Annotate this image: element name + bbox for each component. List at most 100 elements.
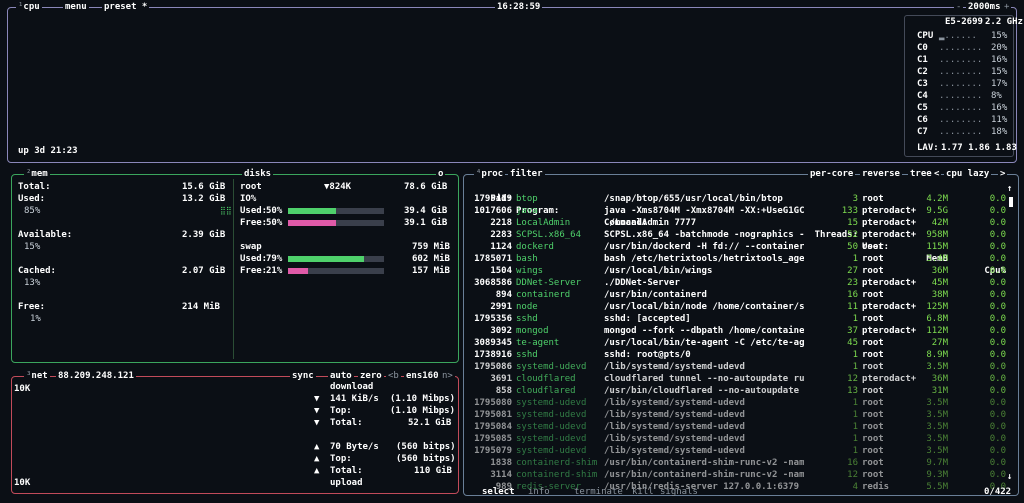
cell-threads: 27 <box>847 266 858 276</box>
table-row[interactable]: 3068586 DDNet-Server ./DDNet-Server 23 ptero… <box>470 277 1012 289</box>
download-rate-icon: ▼ <box>314 394 320 404</box>
cell-program: bash <box>516 254 538 264</box>
cell-program: btop <box>516 194 538 204</box>
cell-mem: 8.9M <box>926 350 948 360</box>
mem-available-percent: 15% <box>24 242 41 252</box>
signals-button[interactable]: signals <box>660 486 698 498</box>
cell-cpu: 0.0 <box>989 374 1006 384</box>
upload-rate-bits: (560 bitps) <box>396 442 456 452</box>
table-row[interactable]: 3089345 te-agent/usr/local/bin/te-agent -… <box>470 337 1012 349</box>
table-row[interactable]: 1785071 bash bash /etc/hetrixtools/hetrixt… <box>470 253 1012 265</box>
table-row[interactable]: 858 cloudflared/usr/bin/cloudflared --no-… <box>470 385 1012 397</box>
update-interval: 2000ms <box>966 1 1003 13</box>
cell-cpu: 0.0 <box>989 470 1006 480</box>
cell-cpu: 0.0 <box>989 362 1006 372</box>
sort-prev-button[interactable]: < <box>932 168 942 180</box>
reverse-toggle[interactable]: reverse <box>860 168 902 180</box>
table-row[interactable]: 1795079 systemd-udevd/lib/systemd/systemd… <box>470 445 1012 457</box>
mem-toggle[interactable]: ²mem <box>24 168 50 180</box>
disk-swap-free-bar <box>288 265 386 277</box>
proc-toggle[interactable]: ⁴proc <box>474 168 506 180</box>
net-toggle[interactable]: ³net <box>24 370 50 382</box>
cell-program: te-agent <box>516 338 560 348</box>
cpu-frequency: 2.2 GHz <box>985 17 1023 27</box>
disk-swap-free: 157 MiB <box>412 266 450 276</box>
io-toggle[interactable]: o <box>436 168 446 180</box>
cell-user: root <box>862 446 884 456</box>
interval-increase-button[interactable]: + <box>1002 1 1012 13</box>
disk-root-free: 39.1 GiB <box>404 218 448 228</box>
cell-user: pterodact+ <box>862 326 917 336</box>
core-graph: ........ <box>939 79 983 89</box>
mem-available-label: Available: <box>18 230 73 240</box>
cell-threads: 11 <box>847 302 858 312</box>
cpu-toggle[interactable]: ¹cpu <box>16 1 42 13</box>
table-row[interactable]: 1017606 java java -Xms8704M -Xmx8704M -XX:… <box>470 205 1012 217</box>
cell-cpu: 0.0 <box>989 434 1006 444</box>
cell-command: sshd: root@pts/0 <box>604 350 691 360</box>
cell-cpu: 0.0 <box>989 242 1006 252</box>
cell-user: root <box>862 350 884 360</box>
table-row[interactable]: 1838 containerd-shim/usr/bin/containerd-s… <box>470 457 1012 469</box>
cell-cpu: 0.0 <box>989 290 1006 300</box>
table-row[interactable]: 1795081 systemd-udevd/lib/systemd/systemd… <box>470 409 1012 421</box>
table-row[interactable]: 2218 LocalAdmin ./LocalAdmin 7777 15 pteroda… <box>470 217 1012 229</box>
table-row[interactable]: 3092 mongod mongod --fork --dbpath /home/c… <box>470 325 1012 337</box>
table-row[interactable]: 1795085 systemd-udevd/lib/systemd/systemd… <box>470 433 1012 445</box>
core-label: CPU <box>917 31 934 41</box>
table-row[interactable]: 1795084 systemd-udevd/lib/systemd/systemd… <box>470 421 1012 433</box>
table-row[interactable]: 1795356 sshd sshd: [accepted] 1 root 6.8M 0.0 <box>470 313 1012 325</box>
table-row[interactable]: 1738916 sshd sshd: root@pts/0 1 root 8.9M 0.0 <box>470 349 1012 361</box>
table-row[interactable]: 3691 cloudflared cloudflared tunnel --no-a… <box>470 373 1012 385</box>
core-value: 16% <box>991 55 1008 65</box>
cell-mem: 6.8M <box>926 314 948 324</box>
cell-user: root <box>862 290 884 300</box>
per-core-toggle[interactable]: per-core <box>808 168 856 180</box>
cell-cpu: 0.0 <box>989 410 1006 420</box>
scroll-thumb[interactable] <box>1009 197 1013 207</box>
select-button[interactable]: select <box>482 486 515 498</box>
info-button[interactable]: info <box>528 486 550 498</box>
table-row[interactable]: 1795086 systemd-udevd/lib/systemd/systemd… <box>470 361 1012 373</box>
sort-field: cpu lazy <box>944 168 992 180</box>
tree-toggle[interactable]: tree <box>908 168 934 180</box>
interval-decrease-button[interactable]: - <box>954 1 964 13</box>
proc-scrollbar[interactable]: ↑ ↓ <box>1007 183 1014 483</box>
cell-command: ./DDNet-Server <box>604 278 680 288</box>
scroll-down-icon[interactable]: ↓ <box>1007 471 1012 483</box>
cell-cpu: 0.0 <box>989 302 1006 312</box>
cell-program: sshd <box>516 350 538 360</box>
cell-command: ./LocalAdmin 7777 <box>604 218 697 228</box>
sort-next-button[interactable]: > <box>998 168 1008 180</box>
table-row[interactable]: 1795080 systemd-udevd/lib/systemd/systemd… <box>470 397 1012 409</box>
preset-button[interactable]: preset * <box>102 1 150 13</box>
cell-mem: 3.5M <box>926 362 948 372</box>
terminate-button[interactable]: terminate <box>574 486 623 498</box>
cell-user: root <box>862 410 884 420</box>
disk-root-free-percent: 50% <box>266 218 283 228</box>
table-row[interactable]: 3114 containerd-shim/usr/bin/containerd-s… <box>470 469 1012 481</box>
table-row[interactable]: 2991 node/usr/local/bin/node /home/contai… <box>470 301 1012 313</box>
cell-user: pterodact+ <box>862 218 917 228</box>
menu-button[interactable]: menu <box>63 1 89 13</box>
disk-swap-used-label: Used: <box>240 254 268 264</box>
table-row[interactable]: 1795419 btop/snap/btop/655/usr/local/bin/… <box>470 193 1012 205</box>
mem-divider <box>233 179 234 359</box>
core-label: C4 <box>917 91 928 101</box>
cell-command: sshd: [accepted] <box>604 314 691 324</box>
cell-threads: 1 <box>852 446 858 456</box>
table-row[interactable]: 1124 dockerd/usr/bin/dockerd -H fd:// --c… <box>470 241 1012 253</box>
scroll-up-icon[interactable]: ↑ <box>1007 183 1012 195</box>
cell-command: /lib/systemd/systemd-udevd <box>604 410 745 420</box>
disk-swap-free-label: Free: <box>240 266 268 276</box>
table-row[interactable]: 989 redis-server/usr/bin/redis-server 127… <box>470 481 1012 493</box>
mem-cached-percent: 13% <box>24 278 41 288</box>
table-row[interactable]: 894 containerd/usr/bin/containerd 16 root 38… <box>470 289 1012 301</box>
cell-mem: 3.5M <box>926 410 948 420</box>
proc-filter-button[interactable]: filter <box>508 168 545 180</box>
cell-program: sshd <box>516 314 538 324</box>
mem-used-label: Used: <box>18 194 46 204</box>
table-row[interactable]: 2283 SCPSL.x86_64 SCPSL.x86_64 -batchmode … <box>470 229 1012 241</box>
kill-button[interactable]: kill <box>632 486 654 498</box>
table-row[interactable]: 1504 wings/usr/local/bin/wings 27 root 36M 0.… <box>470 265 1012 277</box>
